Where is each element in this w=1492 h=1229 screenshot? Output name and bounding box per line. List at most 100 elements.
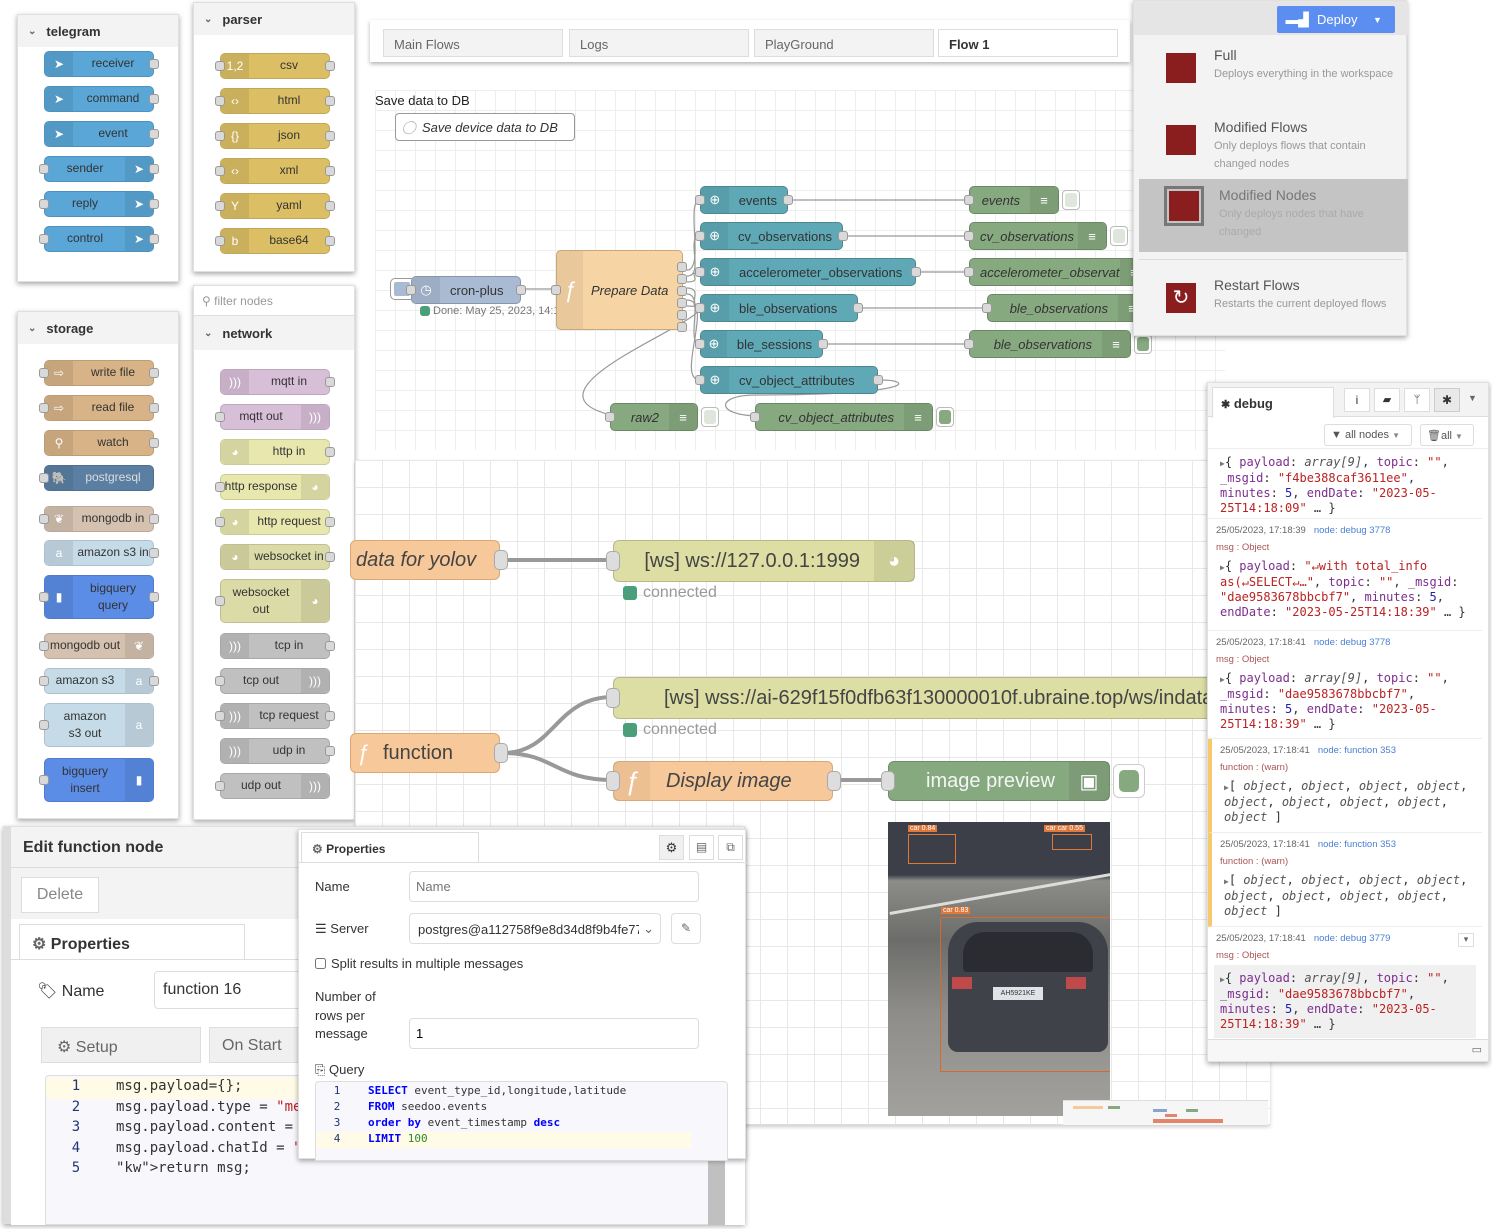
output-port[interactable]	[677, 322, 687, 332]
debug-node-ble-observations[interactable]: ble_observations ≡	[982, 294, 1147, 322]
input-port[interactable]	[695, 339, 705, 349]
debug-message-body[interactable]: ▶{ payload: array[9], topic: "", _msgid:…	[1214, 965, 1476, 1038]
palette-node-sender[interactable]: sender ➤	[39, 156, 159, 182]
palette-node-mqtt-out[interactable]: mqtt out)))	[215, 404, 330, 430]
settings-tab-icon[interactable]: ⚙	[659, 835, 684, 860]
deploy-option-modified-flows[interactable]: Modified Flows Only deploys flows that c…	[1134, 111, 1404, 183]
debug-message[interactable]: 25/05/2023, 17:18:41 node: debug 3778 msg …	[1208, 631, 1482, 739]
debug-message[interactable]: 25/05/2023, 17:18:39 node: debug 3778 msg …	[1208, 519, 1482, 631]
input-port[interactable]	[695, 375, 705, 385]
palette-node-read-file[interactable]: ⇨ read file	[39, 395, 159, 421]
filter-nodes-dropdown[interactable]: ▼ all nodes ▼	[1324, 424, 1412, 446]
palette-category-header[interactable]: ⌄ telegram	[18, 15, 178, 47]
delete-button[interactable]: Delete	[21, 877, 99, 913]
debug-message-body[interactable]: ▶{ payload: array[9], topic: "", _msgid:…	[1208, 665, 1482, 738]
display-image-node[interactable]: ƒ Display image	[606, 761, 841, 801]
palette-node-html[interactable]: ‹› html	[215, 88, 335, 114]
palette-node-reply[interactable]: reply ➤	[39, 191, 159, 217]
debug-node-events[interactable]: events ≡	[964, 186, 1080, 214]
output-port[interactable]	[494, 743, 508, 763]
tab-debug[interactable]: ✱ debug	[1212, 387, 1334, 418]
tab-playground[interactable]: PlayGround	[754, 29, 934, 57]
palette-node-http-request[interactable]: ◕ http request	[215, 509, 335, 535]
deploy-option-modified-nodes[interactable]: Modified Nodes Only deploys nodes that h…	[1139, 179, 1408, 252]
output-port[interactable]	[677, 286, 687, 296]
image-preview-node[interactable]: image preview ▣	[881, 761, 1145, 801]
debug-node-accelerometer-observations[interactable]: accelerometer_observations≡	[964, 258, 1149, 286]
debug-toggle-button[interactable]	[1110, 226, 1128, 246]
split-results-checkbox[interactable]: Split results in multiple messages	[315, 956, 523, 971]
caret-down-icon[interactable]: ▼	[1373, 15, 1395, 25]
input-port[interactable]	[695, 303, 705, 313]
description-tab-icon[interactable]: ▤	[689, 835, 714, 860]
input-port[interactable]	[406, 285, 416, 295]
palette-node-websocket-in[interactable]: ◕ websocket in	[220, 544, 335, 570]
deploy-button[interactable]: ▬▟ Deploy ▼	[1277, 6, 1395, 33]
debug-node-link[interactable]: node: debug 3778	[1314, 637, 1391, 648]
deploy-option-restart-flows[interactable]: ↻ Restart Flows Restarts the current dep…	[1134, 269, 1404, 341]
input-port[interactable]	[606, 688, 620, 708]
palette-node-json[interactable]: {} json	[215, 123, 335, 149]
input-port[interactable]	[964, 195, 974, 205]
palette-node-http-response[interactable]: http response ◕	[215, 474, 330, 500]
output-port[interactable]	[677, 310, 687, 320]
output-port[interactable]	[494, 550, 508, 570]
input-port[interactable]	[750, 412, 760, 422]
function-node[interactable]: ƒ function	[350, 733, 508, 773]
palette-node-tcp-out[interactable]: tcp out)))	[215, 668, 330, 694]
debug-message-body[interactable]: ▶{ payload: "↵with total_info as(↵SELECT…	[1208, 553, 1482, 626]
output-port[interactable]	[911, 267, 921, 277]
palette-node-tcp-request[interactable]: ))) tcp request	[215, 703, 335, 729]
debug-message[interactable]: 25/05/2023, 17:18:41 node: function 353 fu…	[1208, 833, 1482, 927]
tab-flow-1[interactable]: Flow 1	[938, 29, 1118, 57]
tab-main-flows[interactable]: Main Flows	[383, 29, 563, 57]
expand-caret-icon[interactable]: ▶	[1220, 563, 1225, 572]
debug-node-raw2[interactable]: raw2 ≡	[605, 403, 719, 431]
debug-node-link[interactable]: node: debug 3779	[1314, 933, 1391, 944]
input-port[interactable]	[551, 285, 561, 295]
debug-node-cv-observations[interactable]: cv_observations ≡	[964, 222, 1128, 250]
input-port[interactable]	[605, 412, 615, 422]
flow-canvas[interactable]: Save data to DB ◯ Save device data to DB…	[375, 90, 1225, 450]
input-port[interactable]	[964, 267, 974, 277]
debug-node-ble-observations[interactable]: ble_observations ≡	[964, 330, 1152, 358]
output-port[interactable]	[516, 285, 526, 295]
expand-caret-icon[interactable]: ▶	[1224, 877, 1229, 886]
output-port[interactable]	[838, 231, 848, 241]
output-port[interactable]	[827, 771, 841, 791]
query-node-ble-sessions[interactable]: ⊕ ble_sessions	[695, 330, 828, 358]
debug-bug-icon[interactable]: ✱	[1434, 388, 1460, 412]
debug-message-list[interactable]: ▶{ payload: array[9], topic: "", _msgid:…	[1208, 449, 1488, 1039]
input-port[interactable]	[982, 303, 992, 313]
caret-down-icon[interactable]: ▼	[1468, 393, 1477, 403]
websocket-out-node-1[interactable]: [ws] ws://127.0.0.1:1999 ◕	[606, 540, 915, 582]
input-port[interactable]	[606, 551, 620, 571]
monitor-icon[interactable]: ▭	[1472, 1043, 1482, 1056]
debug-message-body[interactable]: ▶{ payload: array[9], topic: "", _msgid:…	[1208, 449, 1482, 522]
query-node-events[interactable]: ⊕ events	[695, 186, 793, 214]
websocket-out-node-2[interactable]: [ws] wss://ai-629f15f0dfb63f130000010f.u…	[606, 677, 1283, 719]
palette-node-bigquery-insert[interactable]: bigquery insert ▮	[39, 758, 154, 802]
input-port[interactable]	[964, 339, 974, 349]
palette-node-write-file[interactable]: ⇨ write file	[39, 360, 159, 386]
palette-node-tcp-in[interactable]: ))) tcp in	[220, 633, 335, 659]
input-port[interactable]	[606, 771, 620, 791]
output-port[interactable]	[677, 274, 687, 284]
query-node-accelerometer-observations[interactable]: ⊕ accelerometer_observations	[695, 258, 921, 286]
image-preview-toggle[interactable]	[1113, 764, 1145, 798]
deploy-option-full[interactable]: Full Deploys everything in the workspace	[1134, 39, 1404, 111]
cron-plus-node[interactable]: ◷ cron-plus	[406, 276, 526, 304]
debug-node-cv-object-attributes[interactable]: cv_object_attributes ≡	[750, 403, 954, 431]
debug-node-link[interactable]: node: function 353	[1318, 745, 1396, 756]
debug-toggle-button[interactable]	[936, 407, 954, 427]
palette-node-mongodb-in[interactable]: ❦ mongodb in	[39, 506, 159, 532]
book-icon[interactable]: ▰	[1374, 388, 1400, 412]
palette-node-udp-in[interactable]: ))) udp in	[220, 738, 335, 764]
palette-node-csv[interactable]: 1,2 csv	[215, 53, 335, 79]
debug-toggle-button[interactable]	[701, 407, 719, 427]
comment-node[interactable]: ◯ Save device data to DB	[395, 113, 575, 141]
debug-toggle-button[interactable]	[1062, 190, 1080, 210]
input-port[interactable]	[695, 231, 705, 241]
palette-node-postgresql[interactable]: 🐘 postgresql	[39, 465, 154, 491]
edit-server-button[interactable]: ✎	[671, 913, 701, 944]
